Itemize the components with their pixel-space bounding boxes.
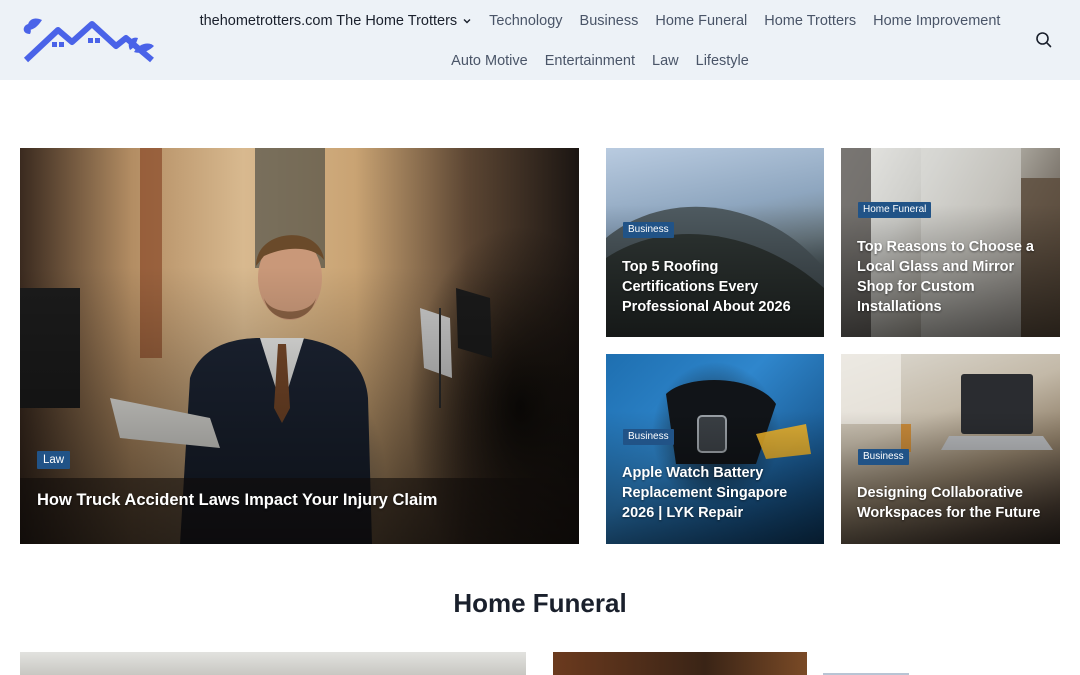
article-title[interactable]: Top Reasons to Choose a Local Glass and … [857, 237, 1053, 317]
article-title[interactable]: How Truck Accident Laws Impact Your Inju… [37, 490, 557, 510]
nav-item-technology[interactable]: Technology [489, 11, 562, 31]
chevron-down-icon [463, 19, 471, 24]
nav-item-home-funeral[interactable]: Home Funeral [655, 11, 747, 31]
category-badge[interactable]: Law [37, 451, 71, 469]
nav-row-secondary: Auto Motive Entertainment Law Lifestyle [180, 51, 1020, 71]
nav-item-home-improvement[interactable]: Home Improvement [873, 11, 1000, 31]
category-badge[interactable]: Business [858, 449, 909, 465]
section-heading: Home Funeral [453, 588, 627, 618]
nav-item-lifestyle[interactable]: Lifestyle [696, 51, 749, 71]
featured-card-apple-watch[interactable]: Business Apple Watch Battery Replacement… [606, 354, 824, 544]
site-header: thehometrotters.com The Home Trotters Te… [0, 0, 1080, 80]
image-overlay [20, 148, 579, 544]
category-badge[interactable]: Business [623, 429, 674, 445]
main-navigation: thehometrotters.com The Home Trotters Te… [180, 0, 1020, 80]
nav-item-home-trotters[interactable]: Home Trotters [764, 11, 856, 31]
nav-item-business[interactable]: Business [580, 11, 639, 31]
nav-item-auto-motive[interactable]: Auto Motive [451, 51, 528, 71]
nav-row-primary: thehometrotters.com The Home Trotters Te… [180, 11, 1020, 31]
nav-item-home-trotters-dropdown[interactable]: thehometrotters.com The Home Trotters [200, 11, 473, 31]
article-title[interactable]: Apple Watch Battery Replacement Singapor… [622, 463, 818, 523]
article-title[interactable]: Designing Collaborative Workspaces for t… [857, 483, 1053, 523]
featured-card-workspaces[interactable]: Business Designing Collaborative Workspa… [841, 354, 1060, 544]
featured-hero-card[interactable]: Law How Truck Accident Laws Impact Your … [20, 148, 579, 544]
article-thumbnail[interactable] [20, 652, 526, 675]
nav-item-entertainment[interactable]: Entertainment [545, 51, 635, 71]
nav-item-law[interactable]: Law [652, 51, 679, 71]
featured-card-roofing[interactable]: Business Top 5 Roofing Certifications Ev… [606, 148, 824, 337]
category-badge[interactable]: Home Funeral [858, 202, 932, 218]
category-badge[interactable]: Business [623, 222, 674, 238]
featured-card-glass-mirror[interactable]: Home Funeral Top Reasons to Choose a Loc… [841, 148, 1060, 337]
search-icon[interactable] [1034, 30, 1054, 50]
article-thumbnail[interactable] [553, 652, 807, 675]
article-title[interactable]: Top 5 Roofing Certifications Every Profe… [622, 257, 812, 317]
nav-item-label: thehometrotters.com The Home Trotters [199, 13, 458, 29]
site-logo[interactable] [22, 12, 156, 64]
